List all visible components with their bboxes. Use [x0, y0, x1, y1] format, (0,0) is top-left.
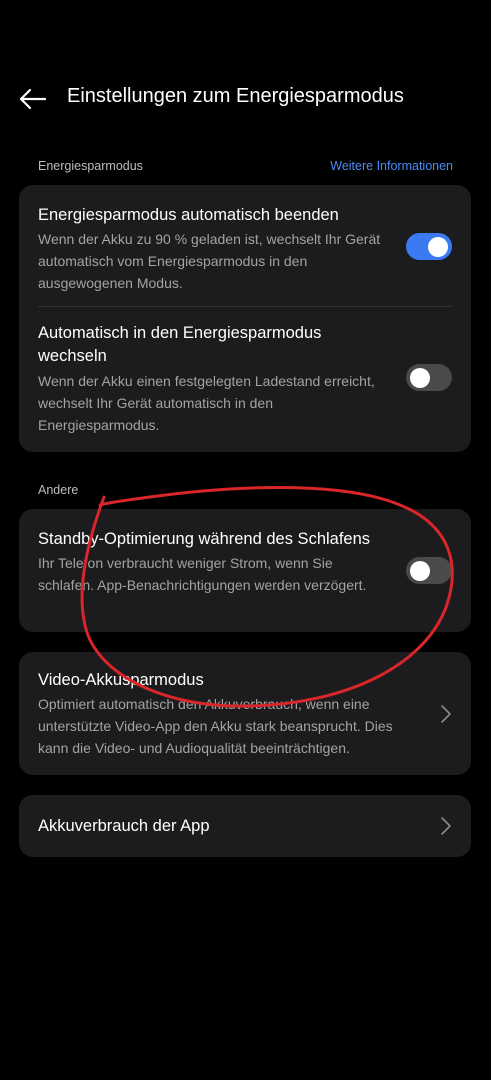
auto-enter-toggle[interactable] [406, 364, 452, 391]
more-info-link[interactable]: Weitere Informationen [330, 159, 453, 173]
chevron-right-icon [441, 705, 451, 723]
app-battery-usage-card[interactable]: Akkuverbrauch der App [19, 795, 471, 857]
standby-toggle[interactable] [406, 557, 452, 584]
header: Einstellungen zum Energiesparmodus [0, 72, 491, 126]
energy-settings-card: Energiesparmodus automatisch beenden Wen… [19, 185, 471, 452]
video-saver-title: Video-Akkusparmodus [38, 671, 204, 689]
chevron-right-icon [441, 817, 451, 835]
section-label-energiesparmodus: Energiesparmodus [38, 159, 143, 173]
standby-title: Standby-Optimierung während des Schlafen… [38, 530, 371, 548]
video-saver-description: Optimiert automatisch den Akkuverbrauch,… [38, 696, 393, 756]
arrow-left-icon [19, 88, 47, 110]
page-title: Einstellungen zum Energiesparmodus [67, 85, 404, 107]
back-button[interactable] [16, 82, 50, 116]
auto-exit-toggle[interactable] [406, 233, 452, 260]
section-label-andere: Andere [38, 483, 79, 497]
toggle-knob [410, 560, 430, 581]
auto-enter-row[interactable]: Automatisch in den Energiesparmodus wech… [19, 307, 471, 452]
auto-exit-description: Wenn der Akku zu 90 % geladen ist, wechs… [38, 231, 381, 291]
toggle-knob [428, 236, 448, 257]
app-battery-usage-title: Akkuverbrauch der App [38, 817, 210, 835]
auto-exit-title: Energiesparmodus automatisch beenden [38, 206, 339, 224]
video-saver-card[interactable]: Video-Akkusparmodus Optimiert automatisc… [19, 652, 471, 775]
auto-enter-title: Automatisch in den Energiesparmodus wech… [38, 324, 322, 365]
standby-description: Ihr Telefon verbraucht weniger Strom, we… [38, 555, 367, 593]
auto-exit-row[interactable]: Energiesparmodus automatisch beenden Wen… [19, 185, 471, 306]
auto-enter-description: Wenn der Akku einen festgelegten Ladesta… [38, 373, 375, 433]
toggle-knob [410, 367, 430, 388]
standby-card[interactable]: Standby-Optimierung während des Schlafen… [19, 509, 471, 632]
